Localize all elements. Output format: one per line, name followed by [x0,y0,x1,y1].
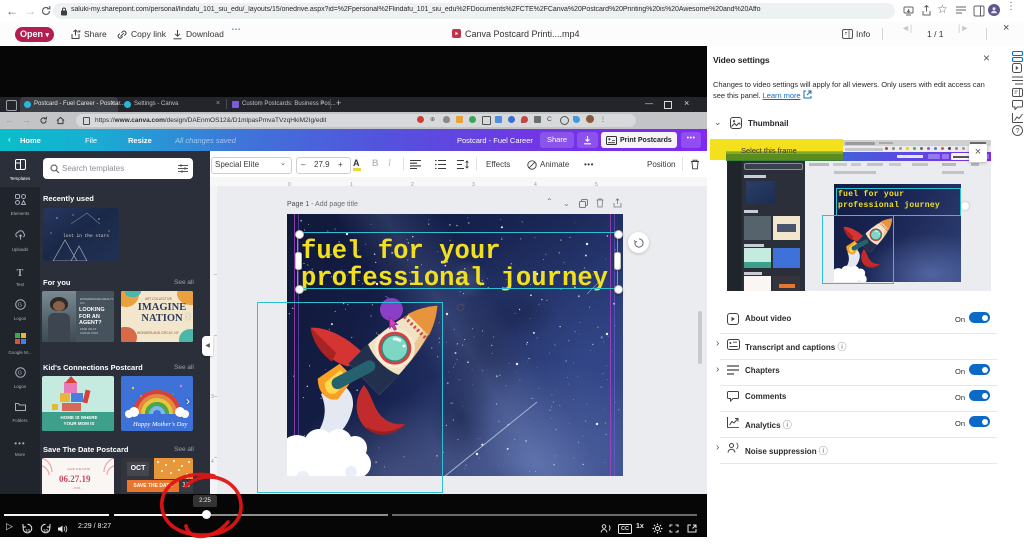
svg-text:10: 10 [25,528,31,533]
svg-text:Happy Mother's Day: Happy Mother's Day [132,421,188,428]
svg-text:SAVE THE DATE: SAVE THE DATE [67,467,90,471]
svg-text:lost in the stars: lost in the stars [63,233,109,239]
svg-text:G: G [17,303,21,309]
svg-text:?: ? [1016,128,1020,135]
svg-text:G: G [17,371,21,377]
svg-text:- FOR -: - FOR - [72,486,82,490]
svg-text:10: 10 [43,528,49,533]
svg-text:06.27.19: 06.27.19 [59,474,91,484]
